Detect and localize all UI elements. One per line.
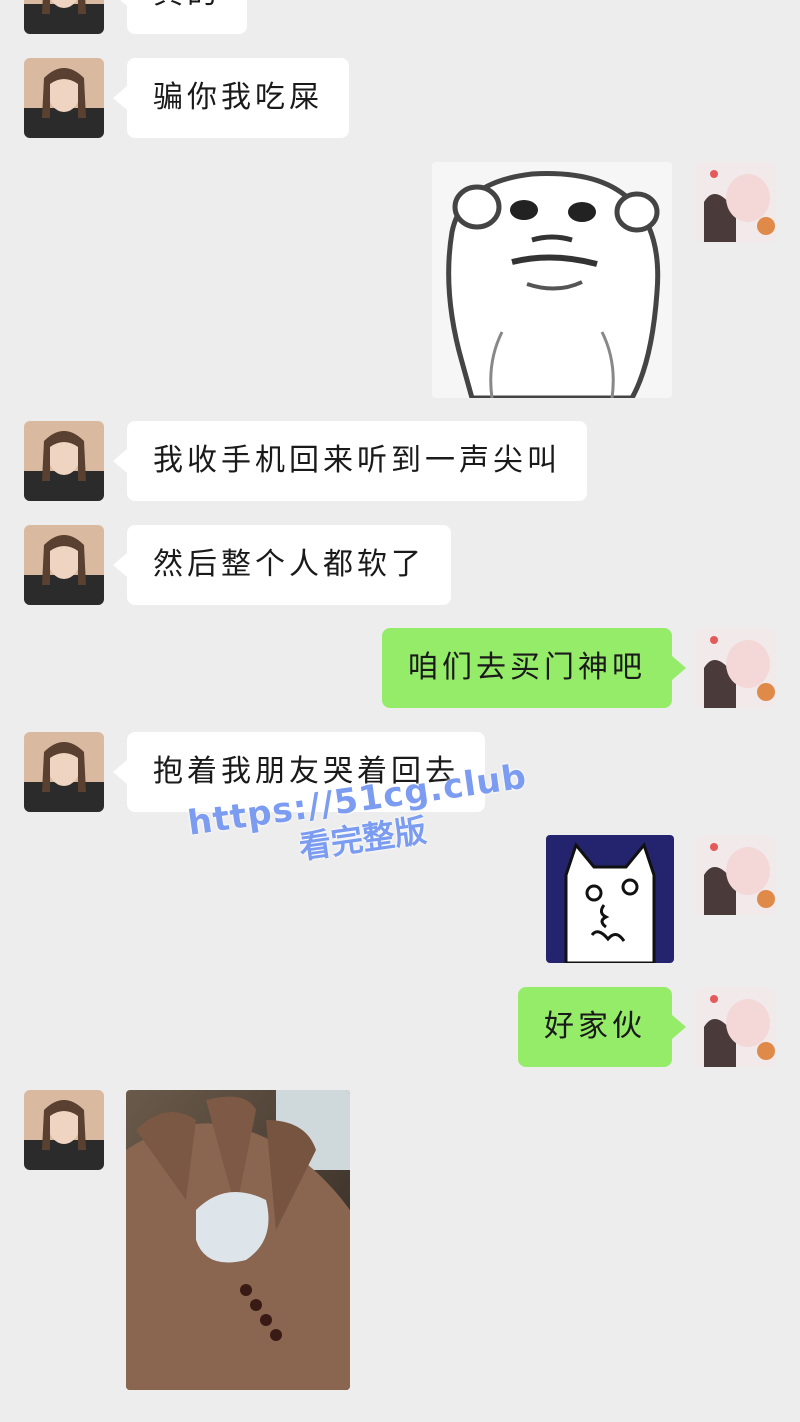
user-avatar[interactable] <box>696 835 776 915</box>
user-avatar[interactable] <box>696 628 776 708</box>
message-bubble-incoming[interactable]: 骗你我吃屎 <box>113 58 349 138</box>
message-bubble-incoming[interactable]: 然后整个人都软了 <box>113 525 451 605</box>
contact-avatar[interactable] <box>24 1090 104 1170</box>
hand-holding-jade-photo[interactable] <box>126 1090 350 1390</box>
contact-avatar[interactable] <box>24 0 104 34</box>
contact-avatar[interactable] <box>24 58 104 138</box>
user-avatar[interactable] <box>696 987 776 1067</box>
cartoon-cat-sticker[interactable] <box>546 835 674 963</box>
message-bubble-incoming[interactable]: 我收手机回来听到一声尖叫 <box>113 421 587 501</box>
message-bubble-incoming[interactable]: 抱着我朋友哭着回去 <box>113 732 485 812</box>
user-avatar[interactable] <box>696 162 776 242</box>
contact-avatar[interactable] <box>24 421 104 501</box>
message-bubble-outgoing[interactable]: 好家伙 <box>518 987 686 1067</box>
contact-avatar[interactable] <box>24 732 104 812</box>
message-bubble-incoming[interactable]: 真的 <box>113 0 247 34</box>
panda-meme-sticker[interactable] <box>432 162 672 398</box>
contact-avatar[interactable] <box>24 525 104 605</box>
message-bubble-outgoing[interactable]: 咱们去买门神吧 <box>382 628 686 708</box>
